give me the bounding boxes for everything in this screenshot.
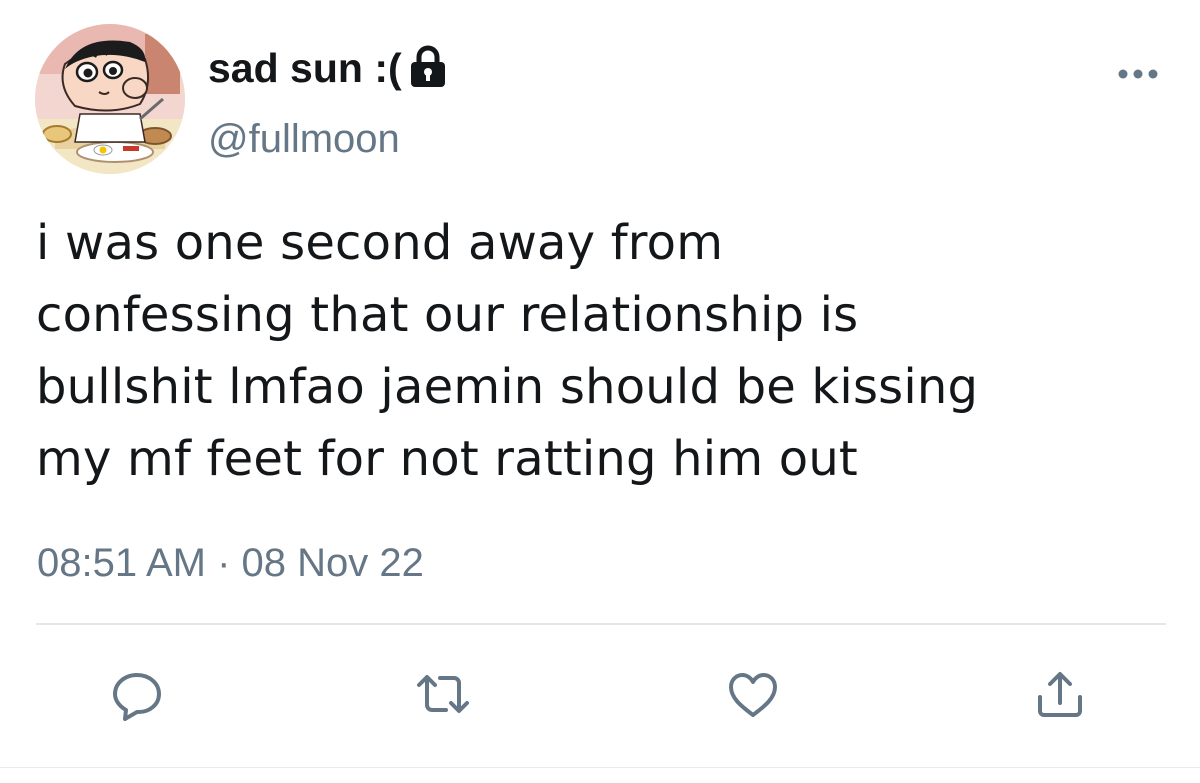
user-handle[interactable]: @fullmoon (208, 114, 400, 164)
share-icon (1038, 672, 1082, 717)
like-button[interactable] (723, 665, 783, 725)
heart-icon (729, 673, 777, 717)
share-button[interactable] (1030, 665, 1090, 725)
tweet-card: sad sun :( @fullmoon i was one second aw… (0, 0, 1200, 783)
avatar-cartoon-boy-icon (35, 24, 185, 174)
reply-icon (113, 673, 161, 721)
display-name[interactable]: sad sun :( (208, 40, 402, 96)
tweet-timestamp[interactable]: 08:51 AM · 08 Nov 22 (37, 538, 424, 588)
tweet-text-line: i was one second away from (36, 215, 724, 271)
tweet-text-line: confessing that our relationship is (36, 287, 859, 343)
avatar[interactable] (35, 24, 185, 174)
display-name-row: sad sun :( (208, 40, 448, 96)
reply-button[interactable] (107, 665, 167, 725)
retweet-button[interactable] (413, 665, 473, 725)
more-options-icon[interactable] (1116, 62, 1160, 86)
divider (36, 623, 1166, 625)
action-bar (0, 665, 1200, 725)
tweet-text-line: my mf feet for not ratting him out (36, 431, 858, 487)
retweet-icon (417, 675, 469, 713)
tweet-text-line: bullshit lmfao jaemin should be kissing (36, 359, 979, 415)
bottom-divider (0, 767, 1200, 768)
lock-icon (408, 44, 448, 88)
tweet-text: i was one second away from confessing th… (36, 207, 1166, 495)
